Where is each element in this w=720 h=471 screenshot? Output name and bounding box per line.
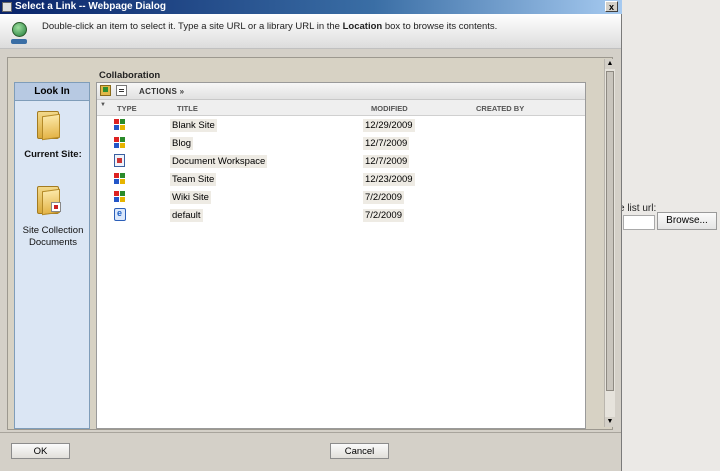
close-button[interactable]: x — [605, 1, 618, 12]
scroll-down-arrow-icon[interactable]: ▼ — [605, 417, 615, 427]
site-icon — [114, 173, 126, 185]
cancel-button[interactable]: Cancel — [330, 443, 389, 459]
folder-icon[interactable] — [37, 109, 63, 141]
site-icon — [114, 119, 126, 131]
table-row[interactable]: default 7/2/2009 — [97, 207, 585, 225]
row-title[interactable]: Blog — [170, 137, 194, 150]
row-modified: 12/23/2009 — [363, 173, 415, 186]
vertical-scrollbar[interactable]: ▲ ▼ — [604, 59, 615, 427]
row-modified: 12/29/2009 — [363, 119, 415, 132]
document-workspace-icon — [114, 154, 125, 167]
window-icon — [2, 2, 12, 12]
item-list: ACTIONS » ▼ TYPE TITLE MODIFIED CREATED … — [96, 82, 586, 429]
select-link-dialog: Select a Link -- Webpage Dialog x Double… — [0, 0, 622, 471]
column-created-by[interactable]: CREATED BY — [476, 104, 524, 113]
column-modified[interactable]: MODIFIED — [371, 104, 408, 113]
column-title[interactable]: TITLE — [177, 104, 198, 113]
table-row[interactable]: Blank Site 12/29/2009 — [97, 117, 585, 135]
look-in-panel: Look In Current Site: Site Collection Do… — [14, 82, 90, 429]
up-folder-icon[interactable] — [100, 85, 111, 96]
row-modified: 7/2/2009 — [363, 209, 404, 222]
list-url-label: e list url: — [619, 203, 657, 214]
dialog-title: Select a Link -- Webpage Dialog — [15, 1, 166, 12]
table-row[interactable]: Document Workspace 12/7/2009 — [97, 153, 585, 171]
folder-doc-icon[interactable] — [37, 184, 63, 216]
row-modified: 12/7/2009 — [363, 155, 410, 168]
instructions-text: Double-click an item to select it. Type … — [42, 21, 498, 32]
list-url-input[interactable] — [623, 215, 655, 230]
look-in-current-site[interactable]: Current Site: — [15, 149, 91, 160]
footer-divider — [0, 432, 621, 433]
row-title[interactable]: Document Workspace — [170, 155, 268, 168]
column-type[interactable]: TYPE — [117, 104, 137, 113]
row-title[interactable]: Blank Site — [170, 119, 217, 132]
scroll-thumb[interactable] — [606, 71, 614, 391]
look-in-site-collection-documents[interactable]: Site Collection Documents — [15, 225, 91, 249]
row-modified: 12/7/2009 — [363, 137, 410, 150]
link-base-icon — [11, 39, 27, 44]
new-item-icon[interactable] — [116, 85, 127, 96]
table-row[interactable]: Team Site 12/23/2009 — [97, 171, 585, 189]
ok-button[interactable]: OK — [11, 443, 70, 459]
dialog-titlebar[interactable]: Select a Link -- Webpage Dialog x — [0, 0, 622, 14]
look-in-header: Look In — [15, 83, 89, 101]
row-title[interactable]: Team Site — [170, 173, 217, 186]
sort-arrow-icon[interactable]: ▼ — [100, 102, 106, 108]
row-title[interactable]: default — [170, 209, 203, 222]
instructions-band: Double-click an item to select it. Type … — [0, 14, 621, 49]
column-header-row: ▼ TYPE TITLE MODIFIED CREATED BY — [97, 100, 585, 116]
list-toolbar: ACTIONS » — [97, 83, 585, 100]
row-modified: 7/2/2009 — [363, 191, 404, 204]
row-title[interactable]: Wiki Site — [170, 191, 211, 204]
web-page-icon — [114, 208, 126, 221]
globe-link-icon — [12, 22, 27, 37]
site-icon — [114, 191, 126, 203]
current-location-label: Collaboration — [99, 70, 161, 81]
site-icon — [114, 137, 126, 149]
scroll-up-arrow-icon[interactable]: ▲ — [605, 59, 615, 69]
browse-button[interactable]: Browse... — [657, 212, 717, 230]
table-row[interactable]: Blog 12/7/2009 — [97, 135, 585, 153]
table-row[interactable]: Wiki Site 7/2/2009 — [97, 189, 585, 207]
actions-menu[interactable]: ACTIONS » — [139, 87, 184, 96]
